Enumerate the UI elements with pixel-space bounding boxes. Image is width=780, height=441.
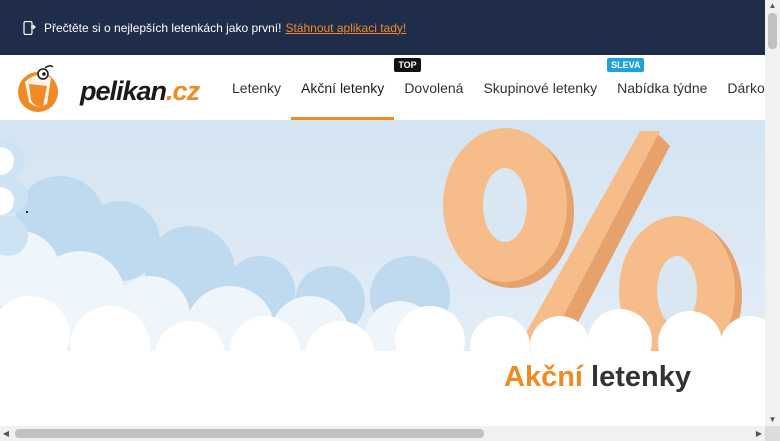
menu-item-nabidka-tydne[interactable]: SLEVA Nabídka týdne xyxy=(607,55,717,120)
menu-item-darkove[interactable]: Dárkove xyxy=(717,55,765,120)
vertical-scrollbar[interactable]: ▲ ▼ xyxy=(765,0,780,426)
horizontal-scroll-thumb[interactable] xyxy=(15,429,484,438)
vertical-scroll-thumb[interactable] xyxy=(768,13,777,49)
pelikan-logo[interactable]: pelikan.cz xyxy=(17,64,200,114)
menu-item-skupinove-letenky[interactable]: Skupinové letenky xyxy=(473,55,607,120)
menu-item-letenky[interactable]: Letenky xyxy=(222,55,291,120)
menu-bar: Letenky Akční letenky TOP Dovolená Skupi… xyxy=(222,55,765,120)
scroll-down-arrow-icon[interactable]: ▼ xyxy=(765,414,780,426)
sleva-badge: SLEVA xyxy=(607,58,645,72)
horizontal-scrollbar[interactable]: ◀ ▶ xyxy=(0,426,765,441)
menu-item-dovolena[interactable]: TOP Dovolená xyxy=(394,55,473,120)
main-navigation: pelikan.cz Letenky Akční letenky TOP Dov… xyxy=(0,55,765,121)
banner-message: Přečtěte si o nejlepších letenkách jako … xyxy=(44,20,282,35)
scroll-up-arrow-icon[interactable]: ▲ xyxy=(765,0,780,12)
menu-item-akcni-letenky[interactable]: Akční letenky xyxy=(291,55,395,120)
page-title: Akční letenky xyxy=(504,361,691,393)
pelican-logo-icon xyxy=(18,64,58,112)
logo-wordmark: pelikan.cz xyxy=(80,76,200,106)
phone-icon xyxy=(23,20,36,35)
top-badge: TOP xyxy=(394,58,421,72)
download-app-link[interactable]: Stáhnout aplikaci tady! xyxy=(285,21,406,35)
scrollbar-corner xyxy=(765,426,780,441)
scroll-right-arrow-icon[interactable]: ▶ xyxy=(753,426,765,441)
scroll-left-arrow-icon[interactable]: ◀ xyxy=(0,426,12,441)
app-download-banner: Přečtěte si o nejlepších letenkách jako … xyxy=(0,0,765,55)
